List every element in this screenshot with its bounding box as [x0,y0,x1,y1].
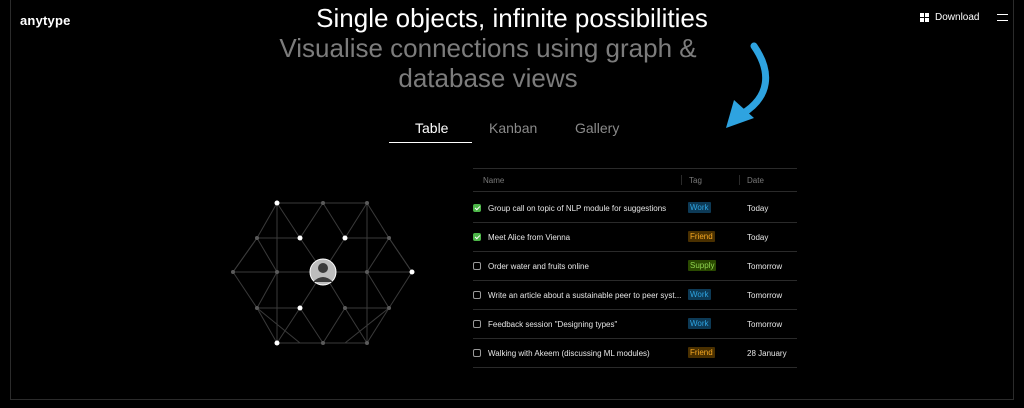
task-name[interactable]: Meet Alice from Vienna [488,233,688,242]
tag-badge: Friend [688,347,715,358]
column-name-header: Name [483,176,505,185]
task-date: Today [747,233,769,242]
tag-badge: Friend [688,231,715,242]
column-divider [681,175,682,185]
avatar [309,258,337,286]
column-tag-header: Tag [689,176,702,185]
column-divider [739,175,740,185]
tag-badge: Work [688,318,711,329]
task-checkbox[interactable] [473,233,481,241]
graph-view [231,200,415,346]
tab-kanban[interactable]: Kanban [489,120,537,136]
table-row[interactable]: Meet Alice from Vienna Friend Today [473,223,797,252]
table-row[interactable]: Order water and fruits online Supply Tomor… [473,252,797,281]
tab-gallery[interactable]: Gallery [575,120,619,136]
tab-table[interactable]: Table [415,120,448,136]
task-checkbox[interactable] [473,349,481,357]
task-name[interactable]: Write an article about a sustainable pee… [488,291,688,300]
task-name[interactable]: Feedback session "Designing types" [488,320,688,329]
task-checkbox[interactable] [473,204,481,212]
table-header: Name Tag Date [473,168,797,192]
task-date: Tomorrow [747,262,783,271]
column-date-header: Date [747,176,764,185]
active-tab-indicator [389,142,472,143]
tag-badge: Work [688,289,711,300]
curved-arrow-icon [726,42,770,128]
tag-badge: Supply [688,260,717,271]
view-tabs: Table Kanban Gallery [388,120,636,144]
task-checkbox[interactable] [473,262,481,270]
task-date: Today [747,204,769,213]
table-row[interactable]: Group call on topic of NLP module for su… [473,194,797,223]
table-row[interactable]: Write an article about a sustainable pee… [473,281,797,310]
task-name[interactable]: Walking with Akeem (discussing ML module… [488,349,688,358]
task-checkbox[interactable] [473,291,481,299]
hero-subtitle-line2: database views [398,63,578,93]
task-name[interactable]: Group call on topic of NLP module for su… [488,204,688,213]
task-date: Tomorrow [747,320,783,329]
task-checkbox[interactable] [473,320,481,328]
table-row[interactable]: Walking with Akeem (discussing ML module… [473,339,797,368]
task-date: 28 January [747,349,787,358]
table-row[interactable]: Feedback session "Designing types" Work To… [473,310,797,339]
hero-subtitle-line1: Visualise connections using graph & [279,33,697,63]
task-date: Tomorrow [747,291,783,300]
task-name[interactable]: Order water and fruits online [488,262,688,271]
tag-badge: Work [688,202,711,213]
hero-title: Single objects, infinite possibilities [316,3,708,33]
